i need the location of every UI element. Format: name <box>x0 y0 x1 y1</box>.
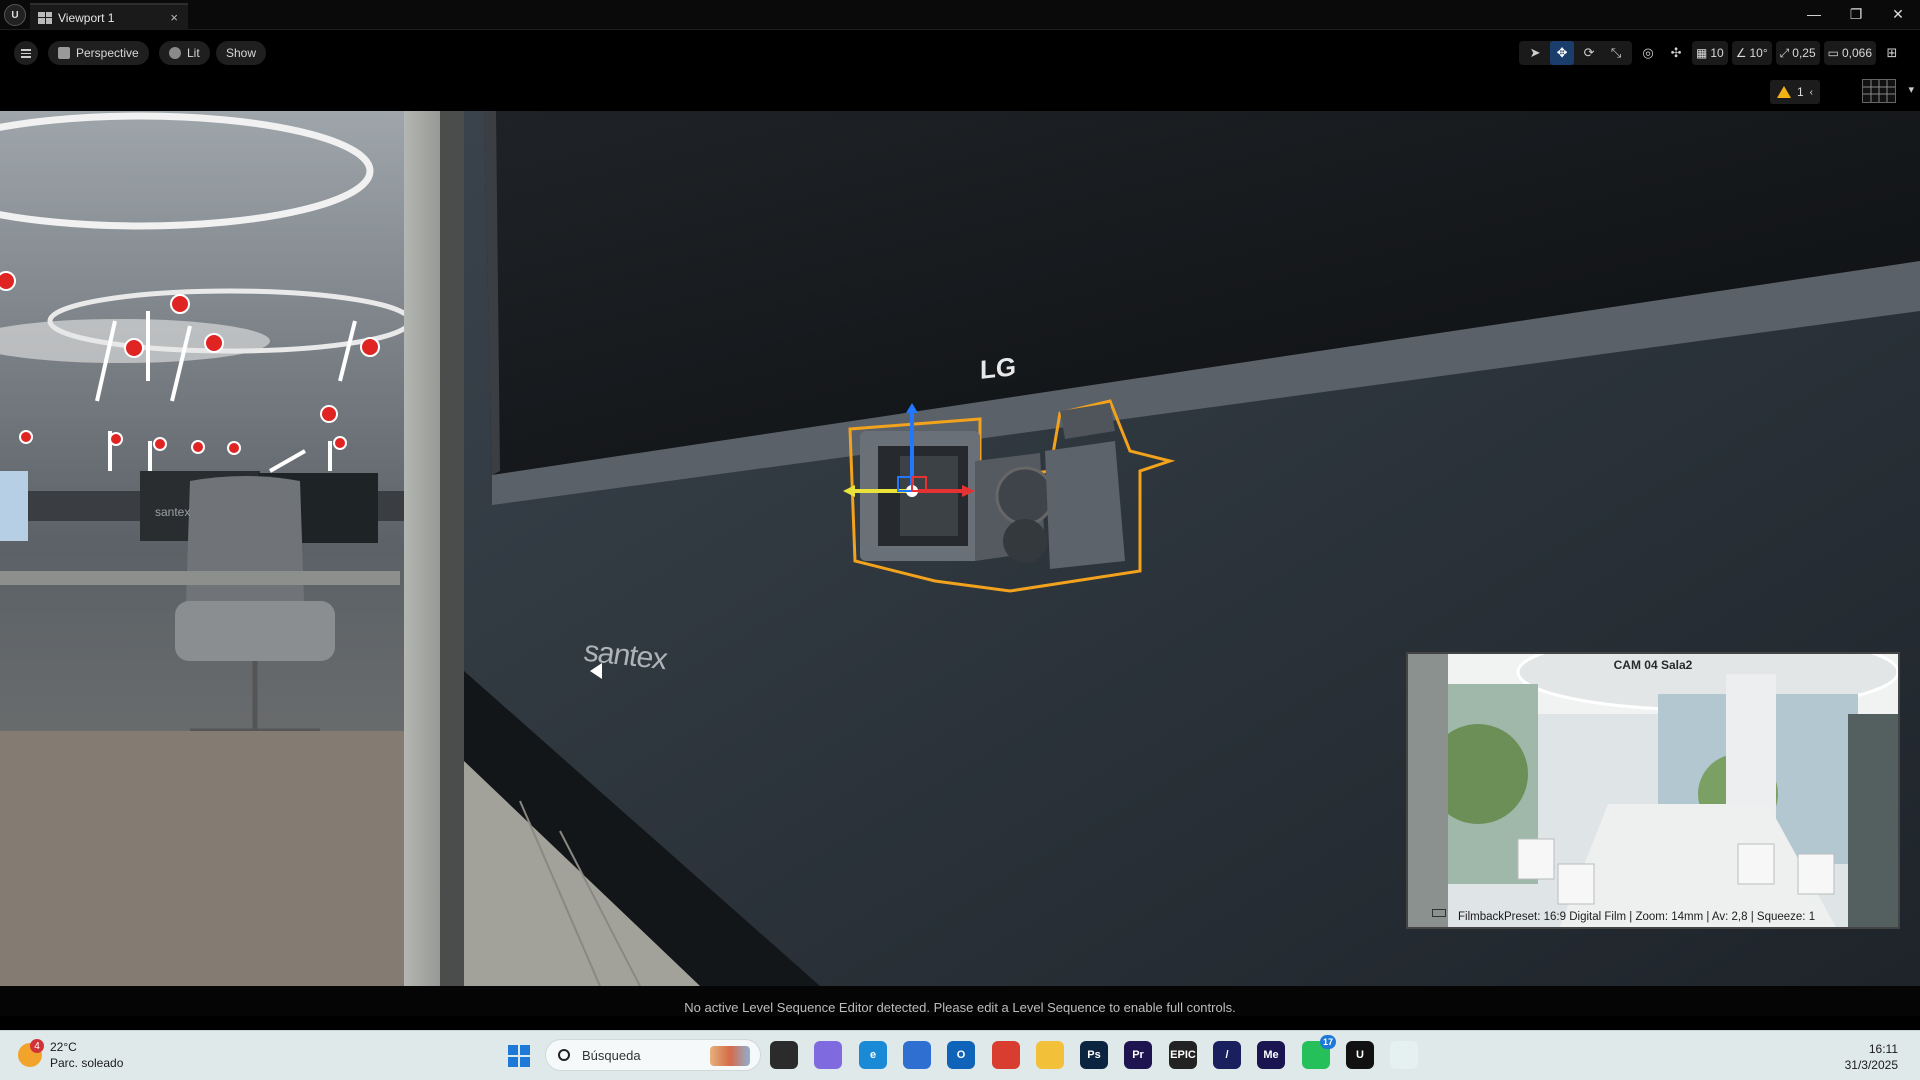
warning-icon <box>1776 86 1791 98</box>
lit-label: Lit <box>187 46 200 60</box>
translate-icon[interactable]: ✥ <box>1550 41 1575 65</box>
grid-snap-group[interactable]: ▦ 10 <box>1692 41 1728 65</box>
lit-button[interactable]: Lit <box>159 41 210 65</box>
camera-preview-info: FilmbackPreset: 16:9 Digital Film | Zoom… <box>1458 911 1816 923</box>
edge-icon[interactable]: e <box>859 1041 887 1069</box>
camera-speed-icon: ▭ <box>1827 46 1839 60</box>
explorer-icon[interactable] <box>1036 1041 1064 1069</box>
camera-icon <box>1432 909 1446 917</box>
maximize-icon[interactable]: ⊞ <box>1880 41 1904 65</box>
date: 31/3/2025 <box>1844 1058 1898 1072</box>
select-icon[interactable]: ➤ <box>1523 41 1547 65</box>
chevron-down-icon[interactable]: ▾ <box>1908 83 1914 96</box>
status-message: No active Level Sequence Editor detected… <box>684 1000 1236 1015</box>
layout-icon[interactable] <box>1862 79 1896 103</box>
close-window-button[interactable]: ✕ <box>1878 2 1918 26</box>
grid-snap-value: 10 <box>1710 46 1724 60</box>
grid-snap-icon: ▦ <box>1696 46 1708 60</box>
title-bar: U Viewport 1 × — ❐ ✕ <box>0 0 1920 30</box>
pen-icon[interactable]: / <box>1213 1041 1241 1069</box>
warning-badge[interactable]: 1 ‹ <box>1770 80 1820 104</box>
media-encoder-icon[interactable]: Me <box>1257 1041 1285 1069</box>
viewport-icon <box>38 11 52 24</box>
lit-sphere-icon <box>169 47 181 59</box>
store-icon[interactable] <box>903 1041 931 1069</box>
snipping-icon[interactable] <box>1390 1041 1418 1069</box>
tab-close-icon[interactable]: × <box>170 10 178 25</box>
show-button[interactable]: Show <box>216 41 267 65</box>
perspective-label: Perspective <box>76 46 139 60</box>
rotate-icon[interactable]: ⟳ <box>1577 41 1601 65</box>
outlook-icon[interactable]: O <box>947 1041 975 1069</box>
search-highlight-image <box>710 1046 750 1066</box>
scale-snap-value: 0,25 <box>1792 46 1816 60</box>
show-label: Show <box>226 46 257 60</box>
tab-label: Viewport 1 <box>58 10 115 25</box>
cube-icon <box>58 47 70 59</box>
rotation-snap-icon: ∠ <box>1735 46 1747 60</box>
camera-speed-value: 0,066 <box>1841 46 1872 60</box>
camera-speed-group[interactable]: ▭ 0,066 <box>1823 41 1876 65</box>
monitor-brand-label: LG <box>980 351 1017 385</box>
restore-button[interactable]: ❐ <box>1836 2 1876 26</box>
scale-snap-group[interactable]: ⤢ 0,25 <box>1775 41 1820 65</box>
premiere-icon[interactable]: Pr <box>1124 1041 1152 1069</box>
viewport-menu-button[interactable] <box>14 41 38 65</box>
scale-snap-icon: ⤢ <box>1779 45 1790 60</box>
search-placeholder: Búsqueda <box>582 1047 641 1063</box>
weather-widget[interactable]: 4 22°C Parc. soleado <box>18 1039 123 1071</box>
surface-snap-icon[interactable]: ✣ <box>1664 41 1688 65</box>
whatsapp-badge: 17 <box>1320 1035 1336 1049</box>
office-brand-label: santex <box>155 505 191 519</box>
temperature: 22°C <box>50 1040 77 1054</box>
camera-preview-title: CAM 04 Sala2 <box>1613 658 1693 672</box>
weather-badge: 4 <box>30 1039 44 1053</box>
chevron-left-icon: ‹ <box>1809 86 1814 98</box>
camera-preview-render <box>1408 654 1898 927</box>
transform-tools: ➤ ✥ ⟳ ⤡ ◎ ✣ ▦ 10 ∠ 10° ⤢ 0,25 ▭ 0,066 ⊞ <box>1519 41 1904 65</box>
photoshop-icon[interactable]: Ps <box>1080 1041 1108 1069</box>
status-bar: No active Level Sequence Editor detected… <box>0 986 1920 1016</box>
camera-preview[interactable]: CAM 04 Sala2 FilmbackPreset: 16:9 Digita… <box>1406 652 1900 929</box>
unreal-icon[interactable]: U <box>1346 1041 1374 1069</box>
epic-icon[interactable]: EPIC <box>1169 1041 1197 1069</box>
transform-mode-group: ➤ ✥ ⟳ ⤡ <box>1519 41 1633 65</box>
search-icon <box>558 1049 570 1061</box>
time: 16:11 <box>1868 1042 1898 1056</box>
clock[interactable]: 16:11 31/3/2025 <box>1845 1041 1898 1073</box>
viewport-toolbar: Perspective Lit Show ➤ ✥ ⟳ ⤡ ◎ ✣ ▦ 10 ∠ … <box>0 31 1920 111</box>
tab-viewport[interactable]: Viewport 1 × <box>30 3 188 30</box>
taskbar-search[interactable]: Búsqueda <box>545 1039 761 1071</box>
weather-condition: Parc. soleado <box>50 1056 124 1070</box>
perspective-button[interactable]: Perspective <box>48 41 149 65</box>
minimize-button[interactable]: — <box>1794 2 1834 26</box>
world-local-icon[interactable]: ◎ <box>1636 41 1660 65</box>
scale-icon[interactable]: ⤡ <box>1604 41 1628 65</box>
chrome-icon[interactable] <box>992 1041 1020 1069</box>
taskbar: 4 22°C Parc. soleado Búsqueda e O Ps Pr EPIC… <box>0 1030 1920 1080</box>
viewport-scene[interactable]: LG santex santex CAM 04 Sala2 FilmbackPr… <box>0 111 1920 986</box>
copilot-icon[interactable] <box>814 1041 842 1069</box>
windows-start-icon[interactable] <box>508 1045 530 1067</box>
task-view-icon[interactable] <box>770 1041 798 1069</box>
warning-count: 1 <box>1796 85 1804 99</box>
whatsapp-icon[interactable]: 17 <box>1302 1035 1336 1069</box>
unreal-logo-icon[interactable]: U <box>4 4 26 26</box>
rotation-snap-group[interactable]: ∠ 10° <box>1731 41 1772 65</box>
sun-icon: 4 <box>18 1039 44 1067</box>
rotation-snap-value: 10° <box>1749 46 1768 60</box>
